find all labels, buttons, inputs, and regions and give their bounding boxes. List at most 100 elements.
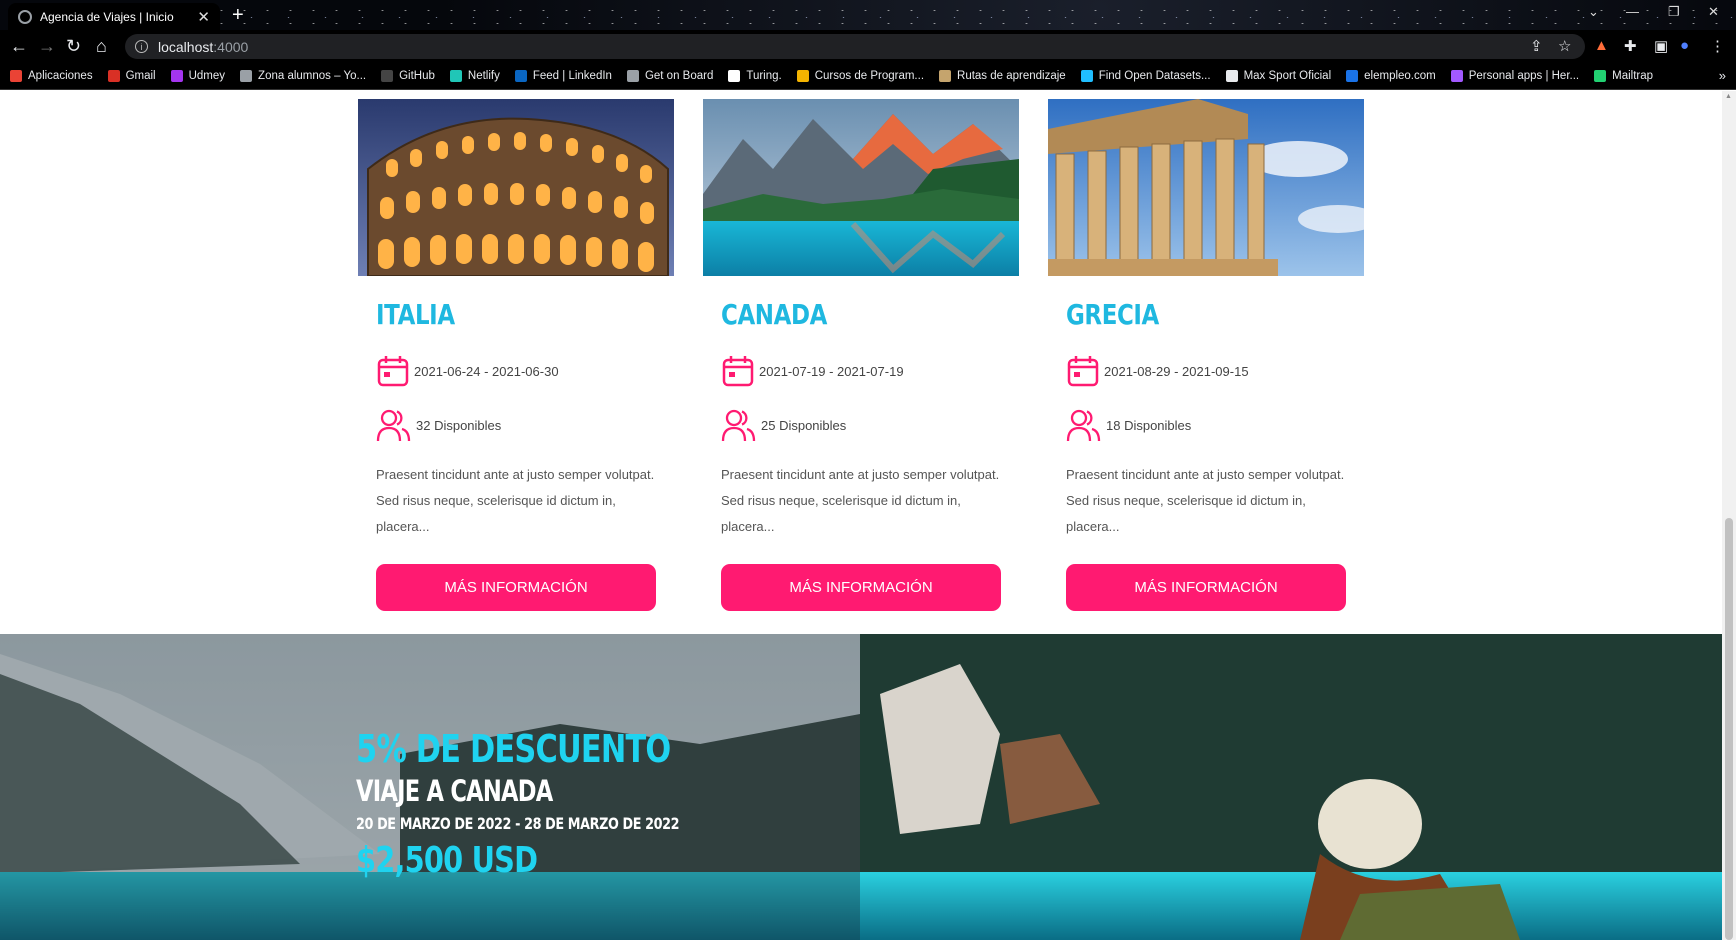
bookmark-item[interactable]: Udmey bbox=[170, 70, 226, 82]
new-tab-icon[interactable]: + bbox=[232, 4, 244, 27]
bookmark-favicon-icon bbox=[1450, 70, 1463, 82]
tab-title: Agencia de Viajes | Inicio bbox=[40, 9, 174, 24]
calendar-icon bbox=[377, 356, 409, 387]
promo-price: $2,500 USD bbox=[356, 840, 538, 881]
bookmark-item[interactable]: Personal apps | Her... bbox=[1450, 70, 1579, 82]
minimize-icon[interactable]: — bbox=[1626, 4, 1639, 19]
bookmark-label: GitHub bbox=[399, 70, 435, 82]
browser-tab-strip: Agencia de Viajes | Inicio ✕ + ⌄ — ❐ ✕ bbox=[0, 0, 1736, 30]
bookmark-label: Aplicaciones bbox=[28, 70, 93, 82]
bookmarks-overflow-icon[interactable]: » bbox=[1719, 68, 1726, 83]
bookmark-label: Max Sport Oficial bbox=[1243, 70, 1332, 82]
bookmark-label: elempleo.com bbox=[1364, 70, 1436, 82]
close-window-icon[interactable]: ✕ bbox=[1708, 4, 1719, 20]
bookmark-label: Cursos de Program... bbox=[814, 70, 925, 82]
bookmark-favicon-icon bbox=[240, 70, 253, 82]
trip-dates: 2021-07-19 - 2021-07-19 bbox=[721, 350, 1001, 392]
more-info-button[interactable]: MÁS INFORMACIÓN bbox=[376, 564, 656, 611]
bookmark-label: Udmey bbox=[188, 70, 226, 82]
trip-title: ITALIA bbox=[376, 298, 455, 331]
users-icon bbox=[1066, 409, 1101, 442]
trip-description: Praesent tincidunt ante at justo semper … bbox=[376, 467, 655, 534]
trip-dates-text: 2021-06-24 - 2021-06-30 bbox=[414, 363, 559, 379]
trip-availability: 25 Disponibles bbox=[721, 404, 1001, 446]
promo-dates: 20 DE MARZO DE 2022 - 28 DE MARZO DE 202… bbox=[356, 814, 680, 833]
bookmark-item[interactable]: Gmail bbox=[107, 70, 156, 82]
side-panel-icon[interactable]: ▣ bbox=[1654, 37, 1668, 55]
forward-icon[interactable]: → bbox=[38, 36, 56, 56]
promo-discount: 5% DE DESCUENTO bbox=[356, 727, 671, 771]
bookmark-star-icon[interactable]: ☆ bbox=[1558, 37, 1571, 55]
trip-available-text: 25 Disponibles bbox=[761, 417, 847, 433]
home-icon[interactable]: ⌂ bbox=[96, 36, 107, 56]
calendar-icon bbox=[722, 356, 754, 387]
bookmark-item[interactable]: Get on Board bbox=[626, 70, 714, 82]
share-icon[interactable]: ⇪ bbox=[1530, 37, 1543, 55]
globe-icon bbox=[18, 9, 32, 24]
trip-card: ITALIA 2021-06-24 - 2021-06-30 32 Dispon… bbox=[358, 99, 674, 611]
reload-icon[interactable]: ↻ bbox=[66, 36, 81, 56]
profile-avatar[interactable]: ● bbox=[1680, 37, 1689, 54]
bookmark-item[interactable]: Find Open Datasets... bbox=[1080, 70, 1211, 82]
promo-text: 5% DE DESCUENTO VIAJE A CANADA 20 DE MAR… bbox=[356, 727, 760, 885]
bookmark-item[interactable]: elempleo.com bbox=[1346, 70, 1436, 82]
trip-image-colosseum bbox=[358, 99, 674, 276]
users-icon bbox=[721, 409, 756, 442]
bookmark-favicon-icon bbox=[1346, 70, 1359, 82]
bookmarks-bar: Aplicaciones Gmail Udmey Zona alumnos – Yo.… bbox=[0, 63, 1736, 90]
bookmark-label: Get on Board bbox=[644, 70, 714, 82]
trip-dates: 2021-06-24 - 2021-06-30 bbox=[376, 350, 656, 392]
bookmark-label: Mailtrap bbox=[1612, 70, 1654, 82]
tab-search-icon[interactable]: ⌄ bbox=[1588, 4, 1599, 20]
trip-image-mountain-lake bbox=[703, 99, 1019, 276]
address-bar[interactable]: i localhost:4000 bbox=[125, 34, 1585, 59]
bookmark-favicon-icon bbox=[1225, 70, 1238, 82]
trip-card: CANADA 2021-07-19 - 2021-07-19 25 Dispon… bbox=[703, 99, 1019, 611]
browser-toolbar: ← → ↻ ⌂ i localhost:4000 ⇪ ☆ ▲ ✚ ▣ ● ⋮ bbox=[0, 30, 1736, 63]
browser-tab-active[interactable]: Agencia de Viajes | Inicio ✕ bbox=[8, 3, 220, 30]
menu-icon[interactable]: ⋮ bbox=[1710, 37, 1725, 55]
extensions-puzzle-icon[interactable]: ✚ bbox=[1624, 37, 1637, 55]
back-icon[interactable]: ← bbox=[10, 36, 28, 56]
bookmark-favicon-icon bbox=[170, 70, 183, 82]
scroll-up-icon[interactable]: ▲ bbox=[1725, 93, 1732, 100]
page-scrollbar[interactable]: ▲ bbox=[1722, 91, 1736, 940]
bookmark-favicon-icon bbox=[381, 70, 394, 82]
bookmark-item[interactable]: GitHub bbox=[381, 70, 435, 82]
trip-available-text: 18 Disponibles bbox=[1106, 417, 1192, 433]
extension-icon[interactable]: ▲ bbox=[1594, 37, 1609, 54]
bookmark-item[interactable]: Netlify bbox=[449, 70, 500, 82]
bookmark-item[interactable]: Zona alumnos – Yo... bbox=[240, 70, 366, 82]
trip-availability: 18 Disponibles bbox=[1066, 404, 1346, 446]
promo-background-image bbox=[0, 634, 1722, 940]
bookmark-favicon-icon bbox=[10, 70, 22, 82]
bookmark-item[interactable]: Rutas de aprendizaje bbox=[939, 70, 1066, 82]
trip-title: GRECIA bbox=[1066, 298, 1159, 331]
trip-description: Praesent tincidunt ante at justo semper … bbox=[1066, 467, 1345, 534]
trip-image-parthenon bbox=[1048, 99, 1364, 276]
url-text: localhost:4000 bbox=[158, 38, 249, 55]
promo-banner: 5% DE DESCUENTO VIAJE A CANADA 20 DE MAR… bbox=[0, 634, 1722, 940]
bookmark-favicon-icon bbox=[1080, 70, 1093, 82]
site-info-icon[interactable]: i bbox=[135, 40, 148, 53]
scrollbar-thumb[interactable] bbox=[1725, 518, 1733, 940]
bookmark-item[interactable]: Aplicaciones bbox=[10, 70, 93, 82]
bookmark-favicon-icon bbox=[1594, 70, 1607, 82]
bookmark-favicon-icon bbox=[449, 70, 462, 82]
more-info-button[interactable]: MÁS INFORMACIÓN bbox=[721, 564, 1001, 611]
calendar-icon bbox=[1067, 356, 1099, 387]
restore-icon[interactable]: ❐ bbox=[1668, 4, 1680, 20]
bookmark-item[interactable]: Cursos de Program... bbox=[796, 70, 925, 82]
bookmark-favicon-icon bbox=[728, 70, 741, 82]
bookmark-item[interactable]: Turing. bbox=[728, 70, 782, 82]
trip-description: Praesent tincidunt ante at justo semper … bbox=[721, 467, 1000, 534]
bookmark-label: Netlify bbox=[467, 70, 500, 82]
bookmark-favicon-icon bbox=[626, 70, 639, 82]
tab-strip-background bbox=[0, 0, 1736, 30]
bookmark-item[interactable]: Mailtrap bbox=[1594, 70, 1653, 82]
close-tab-icon[interactable]: ✕ bbox=[197, 8, 210, 26]
bookmark-item[interactable]: Max Sport Oficial bbox=[1225, 70, 1332, 82]
bookmark-item[interactable]: Feed | LinkedIn bbox=[514, 70, 612, 82]
more-info-button[interactable]: MÁS INFORMACIÓN bbox=[1066, 564, 1346, 611]
trip-card: GRECIA 2021-08-29 - 2021-09-15 18 Dispon… bbox=[1048, 99, 1364, 611]
